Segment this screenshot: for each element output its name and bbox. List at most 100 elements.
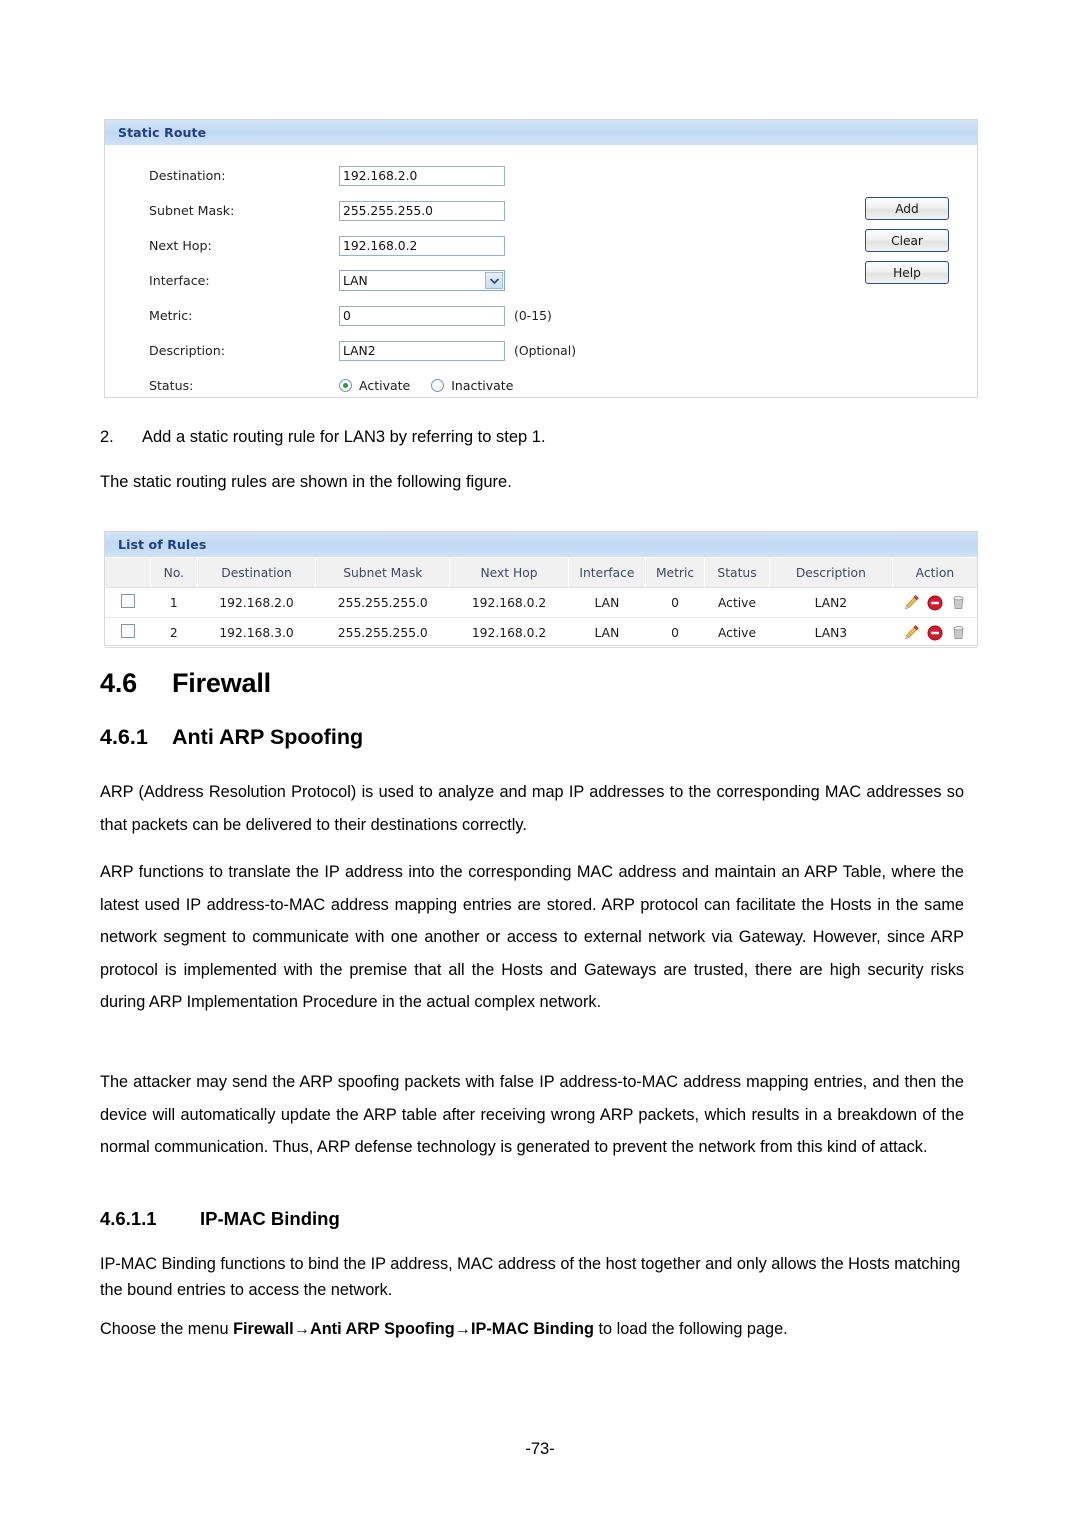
interface-label: Interface:: [149, 273, 210, 288]
next-hop-label: Next Hop:: [149, 238, 212, 253]
form-row-next-hop: Next Hop: 192.168.0.2: [105, 228, 977, 263]
menu-path: Firewall→Anti ARP Spoofing→IP-MAC Bindin…: [233, 1320, 594, 1338]
section-heading-number: 4.6: [100, 668, 137, 698]
step-text: Add a static routing rule for LAN3 by re…: [142, 428, 546, 446]
radio-activate[interactable]: [339, 379, 352, 392]
column-header-interface: Interface: [568, 558, 646, 588]
table-header-row: No. Destination Subnet Mask Next Hop Int…: [105, 558, 977, 588]
form-row-destination: Destination: 192.168.2.0: [105, 158, 977, 193]
paragraph-arp-definition: ARP (Address Resolution Protocol) is use…: [100, 783, 964, 834]
intro-line: The static routing rules are shown in th…: [100, 473, 512, 491]
destination-label: Destination:: [149, 168, 226, 183]
row-description: LAN2: [769, 587, 893, 618]
column-header-subnet-mask: Subnet Mask: [315, 558, 451, 588]
paragraph-ip-mac-binding: IP-MAC Binding functions to bind the IP …: [100, 1255, 961, 1299]
step-number: 2.: [100, 428, 114, 446]
action-icons: [893, 619, 976, 646]
row-action-cell: [892, 617, 977, 648]
row-description: LAN3: [769, 617, 893, 648]
column-header-description: Description: [769, 558, 893, 588]
section-heading: 4.6 Firewall: [100, 668, 271, 699]
panel-title: Static Route: [118, 125, 207, 140]
table-row: 1 192.168.2.0 255.255.255.0 192.168.0.2 …: [105, 587, 977, 618]
help-button[interactable]: Help: [865, 261, 949, 284]
row-destination: 192.168.3.0: [197, 617, 316, 648]
metric-input[interactable]: 0: [339, 305, 505, 326]
row-select-cell: [105, 617, 151, 648]
row-subnet-mask: 255.255.255.0: [315, 587, 450, 618]
row-subnet-mask: 255.255.255.0: [315, 617, 450, 648]
subsubsection-heading-number: 4.6.1.1: [100, 1208, 157, 1229]
subsection-heading-title: Anti ARP Spoofing: [172, 725, 364, 749]
radio-inactivate-label: Inactivate: [451, 378, 514, 393]
action-icons: [893, 589, 976, 616]
paragraph-menu-instruction: Choose the menu Firewall→Anti ARP Spoofi…: [100, 1313, 964, 1346]
chevron-down-icon[interactable]: [485, 272, 503, 289]
row-destination: 192.168.2.0: [197, 587, 316, 618]
column-header-select: [105, 558, 152, 588]
column-header-no: No.: [150, 558, 198, 588]
trash-icon[interactable]: [950, 624, 967, 641]
row-no: 2: [150, 617, 198, 648]
form-row-subnet-mask: Subnet Mask: 255.255.255.0: [105, 193, 977, 228]
radio-inactivate[interactable]: [431, 379, 445, 392]
paragraph-arp-functions: ARP functions to translate the IP addres…: [100, 863, 964, 1012]
metric-label: Metric:: [149, 308, 193, 323]
rules-table: No. Destination Subnet Mask Next Hop Int…: [105, 558, 977, 648]
row-checkbox[interactable]: [120, 624, 135, 638]
menu-instruction-prefix: Choose the menu: [100, 1320, 234, 1338]
row-no: 1: [150, 587, 198, 618]
column-header-metric: Metric: [645, 558, 706, 588]
next-hop-input[interactable]: 192.168.0.2: [339, 235, 505, 256]
row-action-cell: [892, 587, 977, 618]
interface-select[interactable]: LAN: [339, 270, 505, 291]
status-radio-group: Activate Inactivate: [339, 378, 527, 393]
list-of-rules-panel: List of Rules No. Destination Subnet Mas…: [104, 531, 978, 648]
subsection-heading: 4.6.1 Anti ARP Spoofing: [100, 725, 363, 750]
menu-instruction-suffix: to load the following page.: [593, 1320, 788, 1338]
static-route-form: Destination: 192.168.2.0 Subnet Mask: 25…: [105, 146, 977, 423]
row-status: Active: [704, 587, 770, 618]
disable-icon[interactable]: [927, 595, 943, 611]
column-header-destination: Destination: [197, 558, 317, 588]
paragraph-arp-attacker: The attacker may send the ARP spoofing p…: [100, 1073, 964, 1157]
step-2-line: 2. Add a static routing rule for LAN3 by…: [100, 428, 980, 447]
static-route-panel-header: Static Route: [105, 120, 977, 146]
column-header-action: Action: [892, 558, 977, 588]
subsection-heading-number: 4.6.1: [100, 725, 148, 749]
subnet-mask-input[interactable]: 255.255.255.0: [339, 200, 505, 221]
metric-hint: (0-15): [514, 308, 552, 323]
row-interface: LAN: [568, 617, 646, 648]
form-row-interface: Interface: LAN: [105, 263, 977, 298]
list-of-rules-panel-header: List of Rules: [105, 532, 977, 558]
interface-select-value: LAN: [343, 273, 368, 288]
radio-activate-label: Activate: [359, 378, 411, 393]
row-next-hop: 192.168.0.2: [449, 587, 569, 618]
status-label: Status:: [149, 378, 194, 393]
action-buttons: Add Clear Help: [865, 197, 949, 284]
row-status: Active: [704, 617, 770, 648]
document-page: Static Route Destination: 192.168.2.0 Su…: [0, 0, 1080, 1527]
static-route-panel: Static Route Destination: 192.168.2.0 Su…: [104, 119, 978, 398]
trash-icon[interactable]: [950, 594, 967, 611]
panel-title: List of Rules: [118, 537, 207, 552]
section-heading-title: Firewall: [172, 668, 271, 698]
table-row: 2 192.168.3.0 255.255.255.0 192.168.0.2 …: [105, 617, 977, 648]
destination-input[interactable]: 192.168.2.0: [339, 165, 505, 186]
description-input[interactable]: LAN2: [339, 340, 505, 361]
column-header-next-hop: Next Hop: [449, 558, 569, 588]
row-metric: 0: [645, 587, 705, 618]
pencil-icon[interactable]: [903, 594, 920, 611]
row-interface: LAN: [568, 587, 646, 618]
row-next-hop: 192.168.0.2: [449, 617, 569, 648]
row-checkbox[interactable]: [120, 594, 135, 608]
description-label: Description:: [149, 343, 225, 358]
description-hint: (Optional): [514, 343, 577, 358]
subsubsection-heading: 4.6.1.1 IP-MAC Binding: [100, 1208, 340, 1230]
disable-icon[interactable]: [927, 625, 943, 641]
form-row-status: Status: Activate Inactivate: [105, 368, 977, 403]
clear-button[interactable]: Clear: [865, 229, 949, 252]
pencil-icon[interactable]: [903, 624, 920, 641]
add-button[interactable]: Add: [865, 197, 949, 220]
column-header-status: Status: [704, 558, 770, 588]
